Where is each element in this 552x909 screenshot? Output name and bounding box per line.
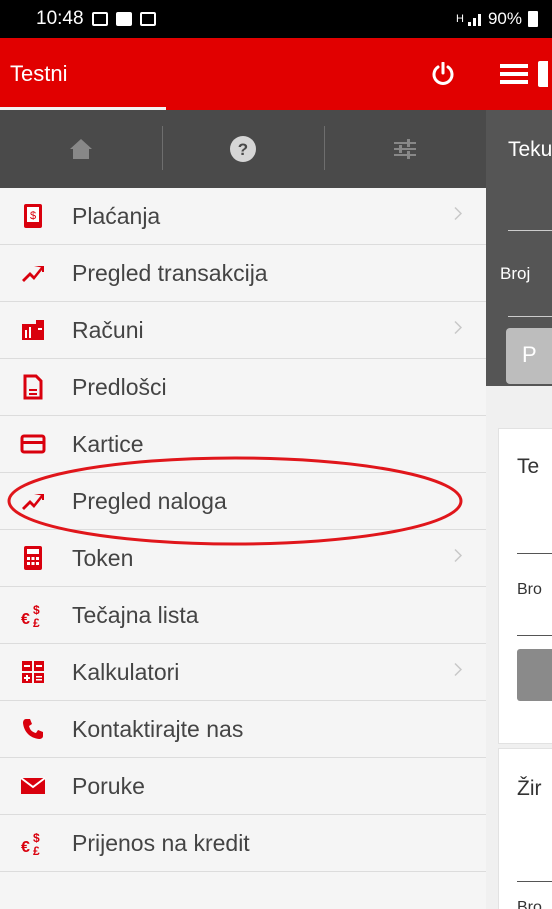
menu-item-label: Računi <box>72 316 144 343</box>
chevron-right-icon <box>454 548 463 568</box>
menu-item-token[interactable]: Token <box>0 530 486 587</box>
drawer-menu: $ Plaćanja Pregled transakcija Računi Pr… <box>0 188 486 872</box>
chevron-right-icon <box>454 662 463 682</box>
menu-item-poruke[interactable]: Poruke <box>0 758 486 815</box>
quick-nav-settings[interactable] <box>324 110 486 188</box>
card-title: Žir <box>517 777 542 800</box>
accounts-icon <box>20 317 46 343</box>
account-action-button[interactable]: P <box>506 328 552 384</box>
divider <box>517 881 552 882</box>
orders-icon <box>20 488 46 514</box>
menu-item-racuni[interactable]: Računi <box>0 302 486 359</box>
menu-item-label: Kalkulatori <box>72 658 180 685</box>
notification-icon <box>91 12 108 26</box>
menu-item-label: Prijenos na kredit <box>72 829 250 856</box>
menu-item-kartice[interactable]: Kartice <box>0 416 486 473</box>
menu-item-label: Kontaktirajte nas <box>72 715 244 742</box>
main-header <box>486 38 552 110</box>
menu-item-label: Pregled naloga <box>72 487 227 514</box>
card-number-label: Bro <box>517 581 542 598</box>
divider <box>508 316 552 317</box>
sliders-icon <box>394 139 416 159</box>
main-content-peek: Teku Broj P Te Bro Žir Bro <box>486 38 552 909</box>
account-title: Teku <box>508 138 552 161</box>
battery-icon <box>528 11 538 27</box>
svg-text:€: € <box>21 611 30 628</box>
mail-icon <box>20 773 46 799</box>
svg-text:$: $ <box>33 831 40 845</box>
menu-item-label: Kartice <box>72 430 144 457</box>
account-card[interactable]: Žir Bro <box>498 748 552 909</box>
menu-item-label: Poruke <box>72 772 145 799</box>
svg-text:$: $ <box>33 603 40 617</box>
mobile-payment-icon: $ <box>20 203 46 229</box>
status-time: 10:48 <box>36 8 84 29</box>
menu-item-label: Token <box>72 544 134 571</box>
account-card[interactable]: Te Bro <box>498 428 552 744</box>
menu-item-pregled-transakcija[interactable]: Pregled transakcija <box>0 245 486 302</box>
menu-item-placanja[interactable]: $ Plaćanja <box>0 188 486 245</box>
quick-nav-bar: ? <box>0 110 486 188</box>
drawer-header: Testni <box>0 38 486 110</box>
hamburger-menu-icon[interactable] <box>500 62 528 86</box>
document-icon <box>20 374 46 400</box>
quick-nav-home[interactable] <box>0 110 162 188</box>
account-number-label: Broj <box>500 264 531 283</box>
card-number-label: Bro <box>517 899 542 909</box>
user-name: Testni <box>10 61 68 86</box>
account-summary: Teku Broj P <box>486 110 552 386</box>
divider <box>517 553 552 554</box>
card-icon <box>20 431 46 457</box>
app-notification-icon <box>139 12 156 26</box>
calculators-icon <box>20 659 46 685</box>
menu-item-tecajna-lista[interactable]: € $ £ Tečajna lista <box>0 587 486 644</box>
svg-text:£: £ <box>33 616 40 628</box>
chevron-right-icon <box>454 206 463 226</box>
svg-text:?: ? <box>238 140 248 159</box>
menu-item-prijenos-na-kredit[interactable]: € $ £ Prijenos na kredit <box>0 815 486 872</box>
currency-transfer-icon: € $ £ <box>20 830 46 856</box>
logout-power-icon[interactable] <box>432 62 454 86</box>
menu-item-label: Plaćanja <box>72 202 161 229</box>
menu-item-kontaktirajte-nas[interactable]: Kontaktirajte nas <box>0 701 486 758</box>
status-bar: 10:48 H 90% <box>0 0 552 38</box>
signal-icon <box>467 14 481 26</box>
calculator-icon <box>20 545 46 571</box>
gallery-icon <box>115 12 132 26</box>
menu-item-kalkulatori[interactable]: Kalkulatori <box>0 644 486 701</box>
card-title: Te <box>517 455 540 478</box>
svg-text:£: £ <box>33 844 40 856</box>
transactions-icon <box>20 260 46 286</box>
header-logo <box>538 61 548 87</box>
svg-text:$: $ <box>30 210 36 222</box>
quick-nav-help[interactable]: ? <box>162 110 324 188</box>
menu-item-label: Tečajna lista <box>72 601 199 628</box>
divider <box>517 635 552 636</box>
menu-item-label: Pregled transakcija <box>72 259 268 286</box>
card-action-button[interactable] <box>517 649 552 701</box>
menu-item-pregled-naloga[interactable]: Pregled naloga <box>0 473 486 530</box>
phone-icon <box>20 716 46 742</box>
help-icon: ? <box>230 136 256 162</box>
svg-text:€: € <box>21 839 30 856</box>
divider <box>508 230 552 231</box>
network-type: H <box>456 12 464 25</box>
menu-item-label: Predlošci <box>72 373 167 400</box>
battery-percent: 90% <box>487 9 522 28</box>
home-icon <box>70 139 92 159</box>
navigation-drawer: Testni ? $ Plaćanja Pregled transakcija … <box>0 38 486 909</box>
menu-item-predlosci[interactable]: Predlošci <box>0 359 486 416</box>
currency-icon: € $ £ <box>20 602 46 628</box>
chevron-right-icon <box>454 320 463 340</box>
